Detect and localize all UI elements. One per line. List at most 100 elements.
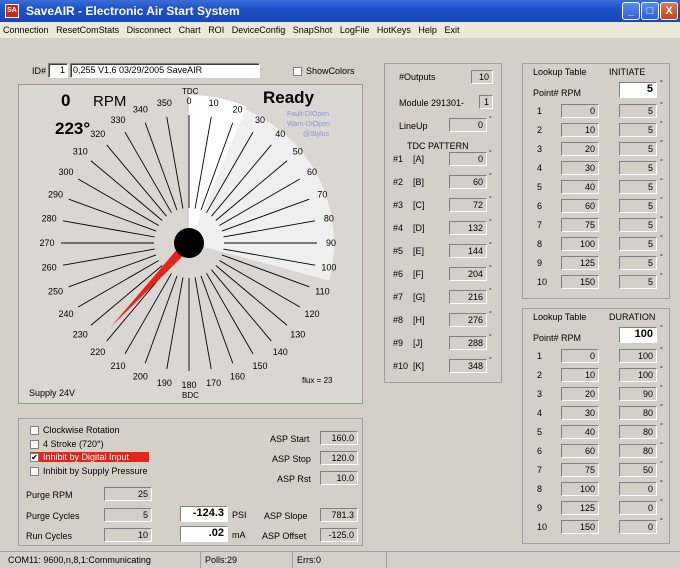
four-stroke-box[interactable] (30, 440, 39, 450)
initiate-rpm[interactable]: 100 (561, 237, 599, 251)
duration-degree[interactable]: 100 (619, 368, 657, 382)
maximize-button[interactable]: □ (641, 2, 659, 20)
pattern-degree[interactable]: 204 (449, 267, 487, 281)
menu-device-config[interactable]: DeviceConfig (232, 25, 286, 35)
asp-slope-value[interactable]: 781.3 (320, 508, 358, 522)
asp-rst-value[interactable]: 10.0 (320, 471, 358, 485)
initiate-degree[interactable]: 5 (619, 275, 657, 289)
pattern-degree[interactable]: 288 (449, 336, 487, 350)
asp-offset-value[interactable]: -125.0 (320, 528, 358, 542)
menu-exit[interactable]: Exit (444, 25, 459, 35)
duration-degree[interactable]: 0 (619, 520, 657, 534)
inhibit-supply-box[interactable] (30, 467, 39, 477)
show-colors-box[interactable] (293, 67, 302, 77)
duration-degree[interactable]: 90 (619, 387, 657, 401)
clockwise-checkbox[interactable]: Clockwise Rotation (30, 425, 120, 436)
duration-rpm[interactable]: 60 (561, 444, 599, 458)
menu-log-file[interactable]: LogFile (340, 25, 370, 35)
menu-snapshot[interactable]: SnapShot (293, 25, 333, 35)
duration-rpm[interactable]: 10 (561, 368, 599, 382)
initiate-degree[interactable]: 5 (619, 199, 657, 213)
initiate-degree[interactable]: 5 (619, 237, 657, 251)
degree-mark: ° (489, 288, 492, 295)
duration-rpm[interactable]: 20 (561, 387, 599, 401)
version-field[interactable]: 0,255 V1.6 03/29/2005 SaveAIR (70, 63, 260, 78)
duration-degree[interactable]: 0 (619, 482, 657, 496)
inhibit-supply-checkbox[interactable]: Inhibit by Supply Pressure (30, 466, 148, 477)
four-stroke-checkbox[interactable]: 4 Stroke (720°) (30, 439, 104, 450)
duration-degree[interactable]: 100 (619, 349, 657, 363)
initiate-rpm[interactable]: 75 (561, 218, 599, 232)
duration-degree[interactable]: 80 (619, 444, 657, 458)
initiate-rpm[interactable]: 125 (561, 256, 599, 270)
menu-roi[interactable]: ROI (208, 25, 224, 35)
menu-hotkeys[interactable]: HotKeys (377, 25, 411, 35)
pattern-degree[interactable]: 0 (449, 152, 487, 166)
initiate-rpm[interactable]: 60 (561, 199, 599, 213)
degree-mark: ° (660, 461, 663, 468)
show-colors-checkbox[interactable]: ShowColors (293, 66, 355, 77)
purge-cycles-value[interactable]: 5 (104, 508, 152, 522)
initiate-degree[interactable]: 5 (619, 161, 657, 175)
pattern-degree[interactable]: 72 (449, 198, 487, 212)
initiate-degree[interactable]: 5 (619, 104, 657, 118)
close-button[interactable]: X (660, 2, 678, 20)
duration-degree[interactable]: 80 (619, 406, 657, 420)
module-value[interactable]: 1 (479, 95, 493, 109)
window-title: SaveAIR - Electronic Air Start System (26, 4, 240, 18)
duration-degree[interactable]: 80 (619, 425, 657, 439)
duration-point: 6 (537, 446, 543, 456)
initiate-rpm[interactable]: 40 (561, 180, 599, 194)
initiate-rpm[interactable]: 0 (561, 104, 599, 118)
minimize-button[interactable]: _ (622, 2, 640, 20)
asp-stop-value[interactable]: 120.0 (320, 451, 358, 465)
pattern-degree[interactable]: 60 (449, 175, 487, 189)
menu-reset-com-stats[interactable]: ResetComStats (56, 25, 119, 35)
duration-value[interactable]: 100 (619, 327, 657, 343)
gauge-tick-label: 100 (321, 263, 336, 273)
pattern-degree[interactable]: 348 (449, 359, 487, 373)
duration-rpm[interactable]: 100 (561, 482, 599, 496)
initiate-rpm[interactable]: 30 (561, 161, 599, 175)
initiate-degree[interactable]: 5 (619, 256, 657, 270)
duration-rpm[interactable]: 30 (561, 406, 599, 420)
run-cycles-value[interactable]: 10 (104, 528, 152, 542)
menu-help[interactable]: Help (418, 25, 437, 35)
duration-point: 4 (537, 408, 543, 418)
gauge-tick-label: 40 (275, 129, 285, 139)
duration-rpm[interactable]: 75 (561, 463, 599, 477)
lineup-value[interactable]: 0 (449, 118, 487, 132)
asp-start-value[interactable]: 160.0 (320, 431, 358, 445)
pattern-degree[interactable]: 276 (449, 313, 487, 327)
purge-rpm-value[interactable]: 25 (104, 487, 152, 501)
duration-rpm[interactable]: 0 (561, 349, 599, 363)
pattern-degree[interactable]: 144 (449, 244, 487, 258)
initiate-degree[interactable]: 5 (619, 180, 657, 194)
initiate-rpm[interactable]: 20 (561, 142, 599, 156)
initiate-deg: ° (660, 80, 663, 87)
pattern-output-number: #8 (393, 315, 404, 325)
initiate-degree[interactable]: 5 (619, 218, 657, 232)
initiate-degree[interactable]: 5 (619, 142, 657, 156)
duration-rpm[interactable]: 125 (561, 501, 599, 515)
duration-rpm[interactable]: 40 (561, 425, 599, 439)
pattern-list: #1 [A] 0 ° #2 [B] 60 ° #3 [C] 72 ° #4 [D] 132 ° #5 [E] 144… (385, 150, 503, 382)
initiate-degree[interactable]: 5 (619, 123, 657, 137)
gauge-tick-label: 30 (255, 115, 265, 125)
outputs-value[interactable]: 10 (471, 70, 493, 84)
duration-rpm[interactable]: 150 (561, 520, 599, 534)
pattern-degree[interactable]: 216 (449, 290, 487, 304)
initiate-value[interactable]: 5 (619, 82, 657, 98)
duration-degree[interactable]: 0 (619, 501, 657, 515)
duration-degree[interactable]: 50 (619, 463, 657, 477)
initiate-rpm[interactable]: 10 (561, 123, 599, 137)
pattern-degree[interactable]: 132 (449, 221, 487, 235)
inhibit-digital-box[interactable]: ✔ (30, 453, 39, 463)
initiate-rpm[interactable]: 150 (561, 275, 599, 289)
menu-chart[interactable]: Chart (179, 25, 201, 35)
id-input[interactable]: 1 (48, 63, 68, 78)
menu-disconnect[interactable]: Disconnect (127, 25, 172, 35)
menu-connection[interactable]: Connection (3, 25, 49, 35)
clockwise-box[interactable] (30, 426, 39, 436)
inhibit-digital-checkbox[interactable]: ✔ Inhibit by Digital Input (30, 452, 150, 463)
